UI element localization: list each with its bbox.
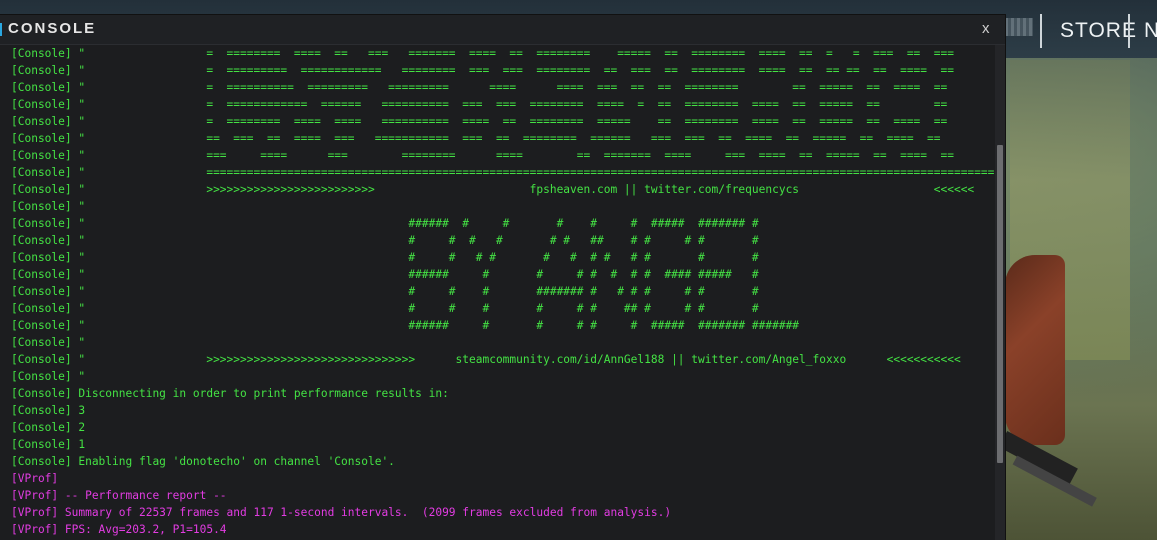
log-line: [Console] " # # # ####### # # # # # # # (11, 285, 759, 298)
log-line: [Console] " = ========== ========= =====… (11, 81, 948, 94)
next-tab[interactable]: N (1128, 14, 1157, 48)
log-line: [VProf] Summary of 22537 frames and 117 … (11, 506, 672, 519)
log-line: [Console] " >>>>>>>>>>>>>>>>>>>>>>>>> fp… (11, 183, 975, 196)
log-line: [Console] 3 (11, 404, 86, 417)
console-log[interactable]: [Console] " = ======== ==== == === =====… (11, 45, 995, 540)
log-line: [Console] " === ==== === ======== ==== =… (11, 149, 954, 162)
log-line: [Console] " = ======== ==== ==== =======… (11, 115, 948, 128)
log-line: [Console] " = ========= ============ ===… (11, 64, 954, 77)
log-line: [Console] " == === == ==== === =========… (11, 132, 941, 145)
log-line: [Console] Disconnecting in order to prin… (11, 387, 449, 400)
store-tab[interactable]: STORE (1040, 14, 1137, 48)
log-line: [Console] Enabling flag 'donotecho' on c… (11, 455, 395, 468)
player-arm (1005, 255, 1065, 445)
console-window: CONSOLE x [Console] " = ======== ==== ==… (0, 15, 1005, 540)
close-icon[interactable]: x (982, 20, 990, 37)
store-tab-label: STORE (1060, 19, 1137, 42)
scrollbar-thumb[interactable] (997, 145, 1003, 463)
log-line: [Console] " = ============ ====== ======… (11, 98, 948, 111)
log-line: [Console] " (11, 200, 86, 213)
log-line: [Console] " (11, 336, 86, 349)
log-line: [Console] " ###### # # # # # ##### #####… (11, 217, 759, 230)
console-title: CONSOLE (8, 20, 97, 37)
log-line: [Console] " # # # # # # ## # # # # (11, 302, 759, 315)
log-line: [Console] 2 (11, 421, 86, 434)
log-line: [Console] 1 (11, 438, 86, 451)
log-line: [Console] " = ======== ==== == === =====… (11, 47, 954, 60)
log-line: [Console] " ###### # # # # # # # #### ##… (11, 268, 759, 281)
console-accent-bar (0, 23, 2, 36)
next-tab-label: N (1144, 19, 1157, 42)
log-line: [VProf] -- Performance report -- (11, 489, 227, 502)
log-line: [Console] " (11, 370, 86, 383)
log-line: [VProf] (11, 472, 59, 485)
log-line: [Console] " ###### # # # # # ##### #####… (11, 319, 800, 332)
console-scrollbar[interactable] (995, 45, 1005, 540)
log-line: [Console] " >>>>>>>>>>>>>>>>>>>>>>>>>>>>… (11, 353, 961, 366)
log-line: [Console] " ============================… (11, 166, 995, 179)
log-line: [VProf] FPS: Avg=203.2, P1=105.4 (11, 523, 227, 536)
grid-icon (1005, 18, 1033, 36)
log-line: [Console] " # # # # # # ## # # # # # (11, 234, 759, 247)
log-line: [Console] " # # # # # # # # # # # # (11, 251, 759, 264)
console-header[interactable]: CONSOLE x (0, 15, 1005, 45)
